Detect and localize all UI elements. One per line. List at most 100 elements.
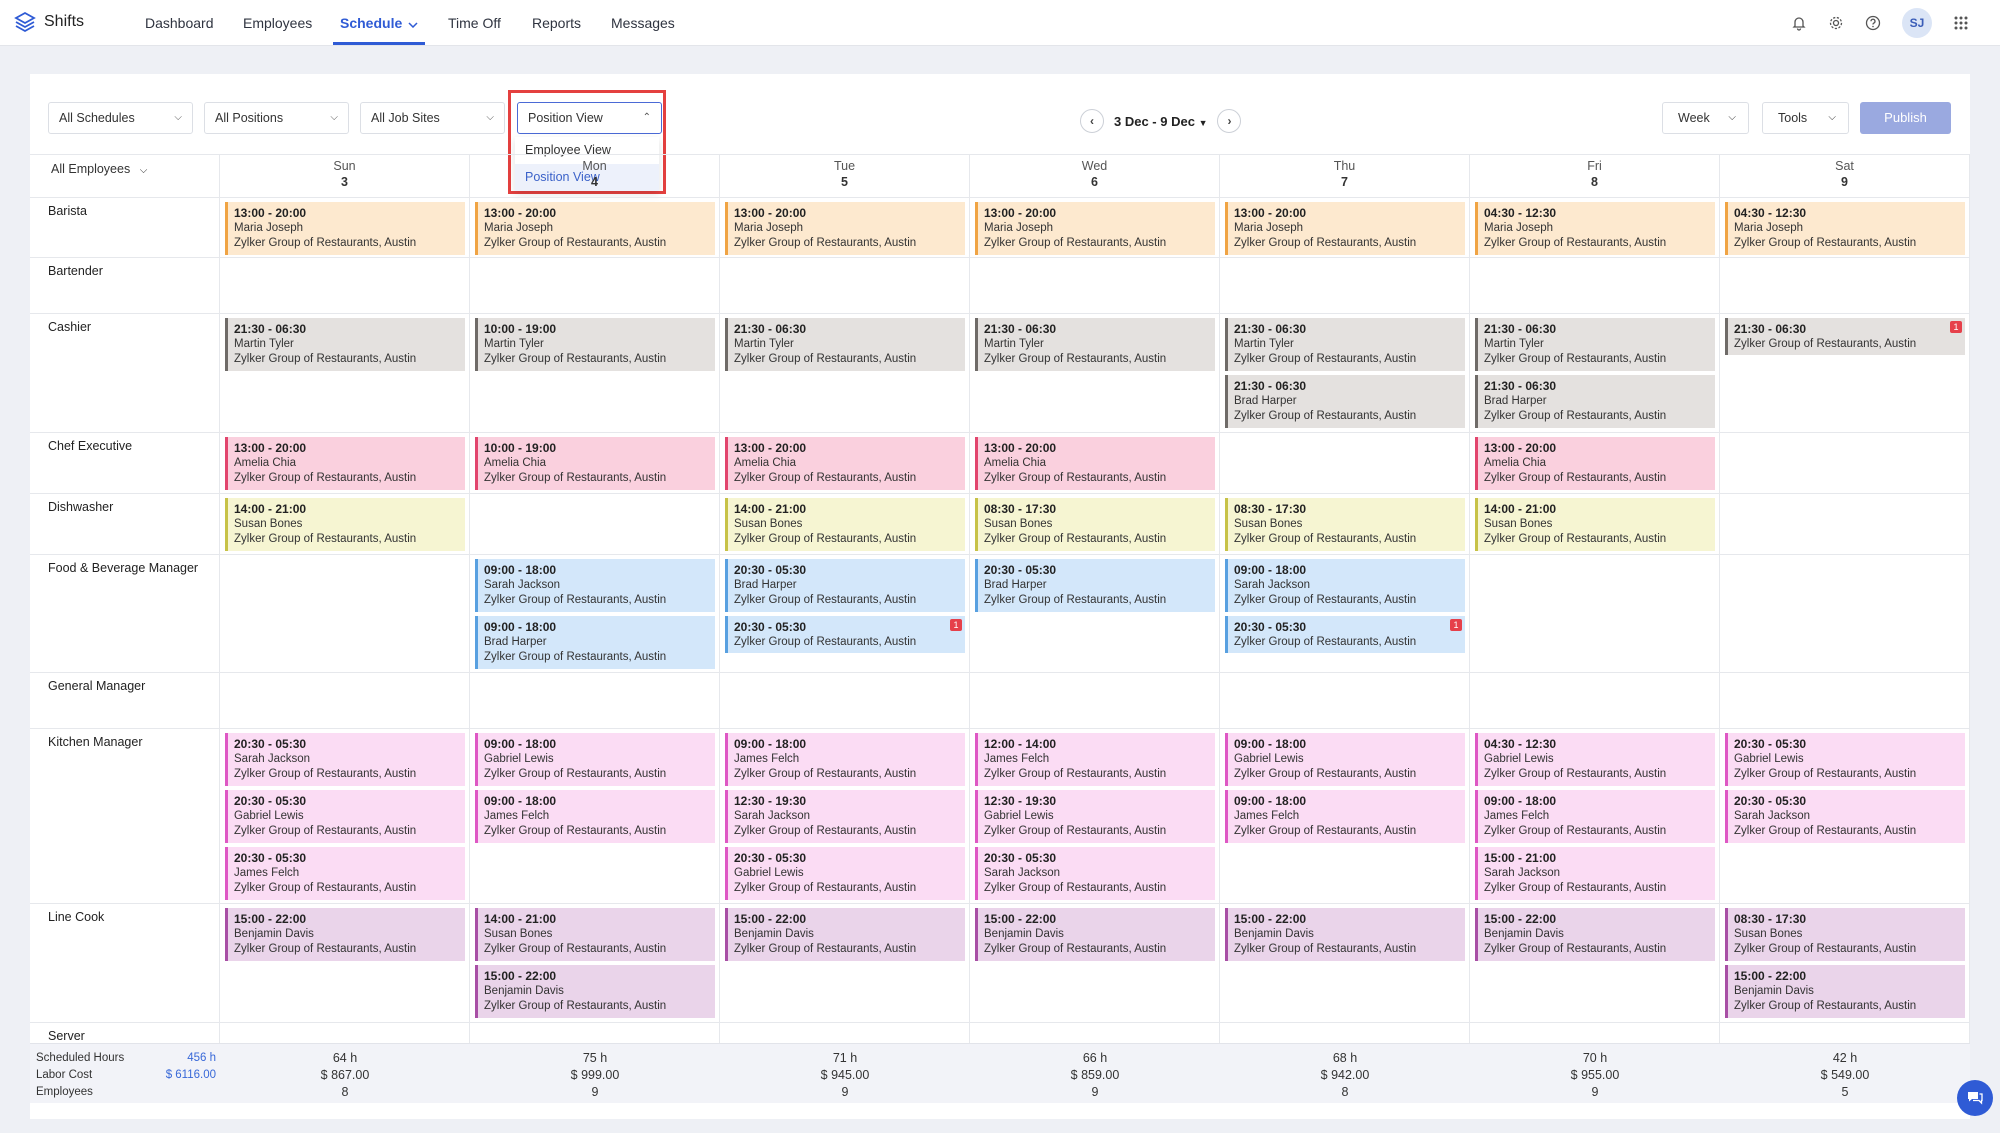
nav-time-off[interactable]: Time Off — [448, 0, 501, 46]
day-cell[interactable]: 13:00 - 20:00 Maria Joseph Zylker Group of… — [970, 198, 1220, 257]
day-cell[interactable] — [720, 673, 970, 728]
shift-card[interactable]: 09:00 - 18:00 James Felch Zylker Group of … — [475, 790, 715, 843]
shift-card[interactable]: 21:30 - 06:30 Brad Harper Zylker Group of … — [1225, 375, 1465, 428]
day-cell[interactable]: 13:00 - 20:00 Amelia Chia Zylker Group of … — [720, 433, 970, 493]
nav-messages[interactable]: Messages — [611, 0, 675, 46]
day-cell[interactable] — [1720, 433, 1970, 493]
shift-card[interactable]: 20:30 - 05:30 Sarah Jackson Zylker Group o… — [225, 733, 465, 786]
date-range-picker[interactable]: 3 Dec - 9 Dec ▼ — [1114, 114, 1207, 129]
shift-card[interactable]: 15:00 - 22:00 Benjamin Davis Zylker Group … — [475, 965, 715, 1018]
shift-card[interactable]: 21:30 - 06:30 Zylker Group of Restaurants… — [1725, 318, 1965, 355]
shift-card[interactable]: 10:00 - 19:00 Amelia Chia Zylker Group of … — [475, 437, 715, 490]
day-cell[interactable]: 20:30 - 05:30 Gabriel Lewis Zylker Group o… — [1720, 729, 1970, 903]
day-cell[interactable]: 13:00 - 20:00 Amelia Chia Zylker Group of … — [220, 433, 470, 493]
next-week-button[interactable]: › — [1217, 109, 1242, 133]
shift-card[interactable]: 20:30 - 05:30 Zylker Group of Restaurants… — [725, 616, 965, 653]
shift-card[interactable]: 21:30 - 06:30 Martin Tyler Zylker Group of… — [225, 318, 465, 371]
shift-card[interactable]: 09:00 - 18:00 Gabriel Lewis Zylker Group o… — [1225, 733, 1465, 786]
day-cell[interactable]: 20:30 - 05:30 Brad Harper Zylker Group of … — [970, 555, 1220, 672]
day-cell[interactable] — [470, 673, 720, 728]
day-cell[interactable]: 04:30 - 12:30 Gabriel Lewis Zylker Group o… — [1470, 729, 1720, 903]
shift-card[interactable]: 12:00 - 14:00 James Felch Zylker Group of … — [975, 733, 1215, 786]
day-cell[interactable]: 10:00 - 19:00 Amelia Chia Zylker Group of … — [470, 433, 720, 493]
day-cell[interactable] — [470, 1023, 720, 1045]
shift-card[interactable]: 14:00 - 21:00 Susan Bones Zylker Group of … — [225, 498, 465, 551]
shift-card[interactable]: 12:30 - 19:30 Gabriel Lewis Zylker Group o… — [975, 790, 1215, 843]
shift-card[interactable]: 13:00 - 20:00 Amelia Chia Zylker Group of … — [725, 437, 965, 490]
day-cell[interactable]: 09:00 - 18:00 James Felch Zylker Group of … — [720, 729, 970, 903]
day-cell[interactable]: 13:00 - 20:00 Amelia Chia Zylker Group of … — [970, 433, 1220, 493]
day-cell[interactable] — [1470, 555, 1720, 672]
schedules-filter[interactable]: All Schedules ⌵ — [48, 102, 193, 134]
day-cell[interactable] — [970, 1023, 1220, 1045]
shift-card[interactable]: 13:00 - 20:00 Maria Joseph Zylker Group of… — [725, 202, 965, 255]
shift-card[interactable]: 21:30 - 06:30 Martin Tyler Zylker Group of… — [1225, 318, 1465, 371]
day-cell[interactable]: 13:00 - 20:00 Maria Joseph Zylker Group of… — [720, 198, 970, 257]
shift-card[interactable]: 21:30 - 06:30 Martin Tyler Zylker Group of… — [975, 318, 1215, 371]
day-cell[interactable]: 15:00 - 22:00 Benjamin Davis Zylker Group … — [1220, 904, 1470, 1022]
nav-employees[interactable]: Employees — [243, 0, 312, 46]
user-avatar[interactable]: SJ — [1902, 8, 1932, 38]
shift-card[interactable]: 15:00 - 22:00 Benjamin Davis Zylker Group … — [975, 908, 1215, 961]
shift-card[interactable]: 13:00 - 20:00 Maria Joseph Zylker Group of… — [225, 202, 465, 255]
day-cell[interactable] — [720, 258, 970, 313]
shift-card[interactable]: 09:00 - 18:00 Gabriel Lewis Zylker Group o… — [475, 733, 715, 786]
publish-button[interactable]: Publish — [1860, 102, 1951, 134]
day-cell[interactable]: 13:00 - 20:00 Maria Joseph Zylker Group of… — [220, 198, 470, 257]
shift-card[interactable]: 21:30 - 06:30 Martin Tyler Zylker Group of… — [1475, 318, 1715, 371]
day-cell[interactable] — [220, 1023, 470, 1045]
shift-card[interactable]: 04:30 - 12:30 Maria Joseph Zylker Group of… — [1475, 202, 1715, 255]
help-icon[interactable] — [1862, 12, 1884, 34]
shift-card[interactable]: 20:30 - 05:30 James Felch Zylker Group of … — [225, 847, 465, 900]
day-cell[interactable]: 14:00 - 21:00 Susan Bones Zylker Group of … — [720, 494, 970, 554]
shift-card[interactable]: 13:00 - 20:00 Amelia Chia Zylker Group of … — [1475, 437, 1715, 490]
tools-menu-button[interactable]: Tools ⌵ — [1762, 102, 1849, 134]
shift-card[interactable]: 09:00 - 18:00 James Felch Zylker Group of … — [725, 733, 965, 786]
shift-card[interactable]: 08:30 - 17:30 Susan Bones Zylker Group of … — [975, 498, 1215, 551]
shift-card[interactable]: 09:00 - 18:00 James Felch Zylker Group of … — [1225, 790, 1465, 843]
day-cell[interactable]: 09:00 - 18:00 Gabriel Lewis Zylker Group o… — [470, 729, 720, 903]
day-cell[interactable] — [1470, 258, 1720, 313]
day-cell[interactable]: 08:30 - 17:30 Susan Bones Zylker Group of … — [1720, 904, 1970, 1022]
day-cell[interactable] — [970, 673, 1220, 728]
day-cell[interactable]: 21:30 - 06:30 Martin Tyler Zylker Group of… — [720, 314, 970, 432]
shift-card[interactable]: 15:00 - 22:00 Benjamin Davis Zylker Group … — [1475, 908, 1715, 961]
day-cell[interactable] — [970, 258, 1220, 313]
nav-reports[interactable]: Reports — [532, 0, 581, 46]
shift-card[interactable]: 08:30 - 17:30 Susan Bones Zylker Group of … — [1225, 498, 1465, 551]
chat-button[interactable] — [1957, 1080, 1993, 1116]
day-cell[interactable] — [1720, 494, 1970, 554]
day-cell[interactable]: 14:00 - 21:00 Susan Bones Zylker Group of … — [220, 494, 470, 554]
shift-card[interactable]: 20:30 - 05:30 Gabriel Lewis Zylker Group o… — [725, 847, 965, 900]
shift-card[interactable]: 20:30 - 05:30 Brad Harper Zylker Group of … — [725, 559, 965, 612]
day-cell[interactable]: 10:00 - 19:00 Martin Tyler Zylker Group of… — [470, 314, 720, 432]
day-cell[interactable]: 21:30 - 06:30 Martin Tyler Zylker Group of… — [1470, 314, 1720, 432]
job-sites-filter[interactable]: All Job Sites ⌵ — [360, 102, 505, 134]
day-cell[interactable]: 08:30 - 17:30 Susan Bones Zylker Group of … — [970, 494, 1220, 554]
shift-card[interactable]: 20:30 - 05:30 Gabriel Lewis Zylker Group o… — [225, 790, 465, 843]
gear-icon[interactable] — [1825, 12, 1847, 34]
day-cell[interactable]: 08:30 - 17:30 Susan Bones Zylker Group of … — [1220, 494, 1470, 554]
day-cell[interactable]: 09:00 - 18:00 Gabriel Lewis Zylker Group o… — [1220, 729, 1470, 903]
shift-card[interactable]: 09:00 - 18:00 James Felch Zylker Group of … — [1475, 790, 1715, 843]
day-cell[interactable]: 20:30 - 05:30 Brad Harper Zylker Group of … — [720, 555, 970, 672]
shift-card[interactable]: 13:00 - 20:00 Amelia Chia Zylker Group of … — [975, 437, 1215, 490]
shift-card[interactable]: 21:30 - 06:30 Martin Tyler Zylker Group of… — [725, 318, 965, 371]
period-select[interactable]: Week ⌵ — [1662, 102, 1749, 134]
shift-card[interactable]: 14:00 - 21:00 Susan Bones Zylker Group of … — [1475, 498, 1715, 551]
shift-card[interactable]: 14:00 - 21:00 Susan Bones Zylker Group of … — [725, 498, 965, 551]
shift-card[interactable]: 20:30 - 05:30 Gabriel Lewis Zylker Group o… — [1725, 733, 1965, 786]
day-cell[interactable] — [1720, 673, 1970, 728]
day-cell[interactable]: 13:00 - 20:00 Amelia Chia Zylker Group of … — [1470, 433, 1720, 493]
shift-card[interactable]: 15:00 - 22:00 Benjamin Davis Zylker Group … — [225, 908, 465, 961]
day-cell[interactable]: 15:00 - 22:00 Benjamin Davis Zylker Group … — [970, 904, 1220, 1022]
day-cell[interactable]: 21:30 - 06:30 Martin Tyler Zylker Group of… — [970, 314, 1220, 432]
employee-filter[interactable]: All Employees ⌵ — [30, 155, 220, 199]
day-cell[interactable] — [1220, 673, 1470, 728]
apps-grid-icon[interactable] — [1950, 12, 1972, 34]
shift-card[interactable]: 20:30 - 05:30 Brad Harper Zylker Group of … — [975, 559, 1215, 612]
day-cell[interactable]: 21:30 - 06:30 Zylker Group of Restaurants… — [1720, 314, 1970, 432]
shift-card[interactable]: 09:00 - 18:00 Sarah Jackson Zylker Group o… — [1225, 559, 1465, 612]
day-cell[interactable] — [1720, 1023, 1970, 1045]
shift-card[interactable]: 15:00 - 21:00 Sarah Jackson Zylker Group o… — [1475, 847, 1715, 900]
